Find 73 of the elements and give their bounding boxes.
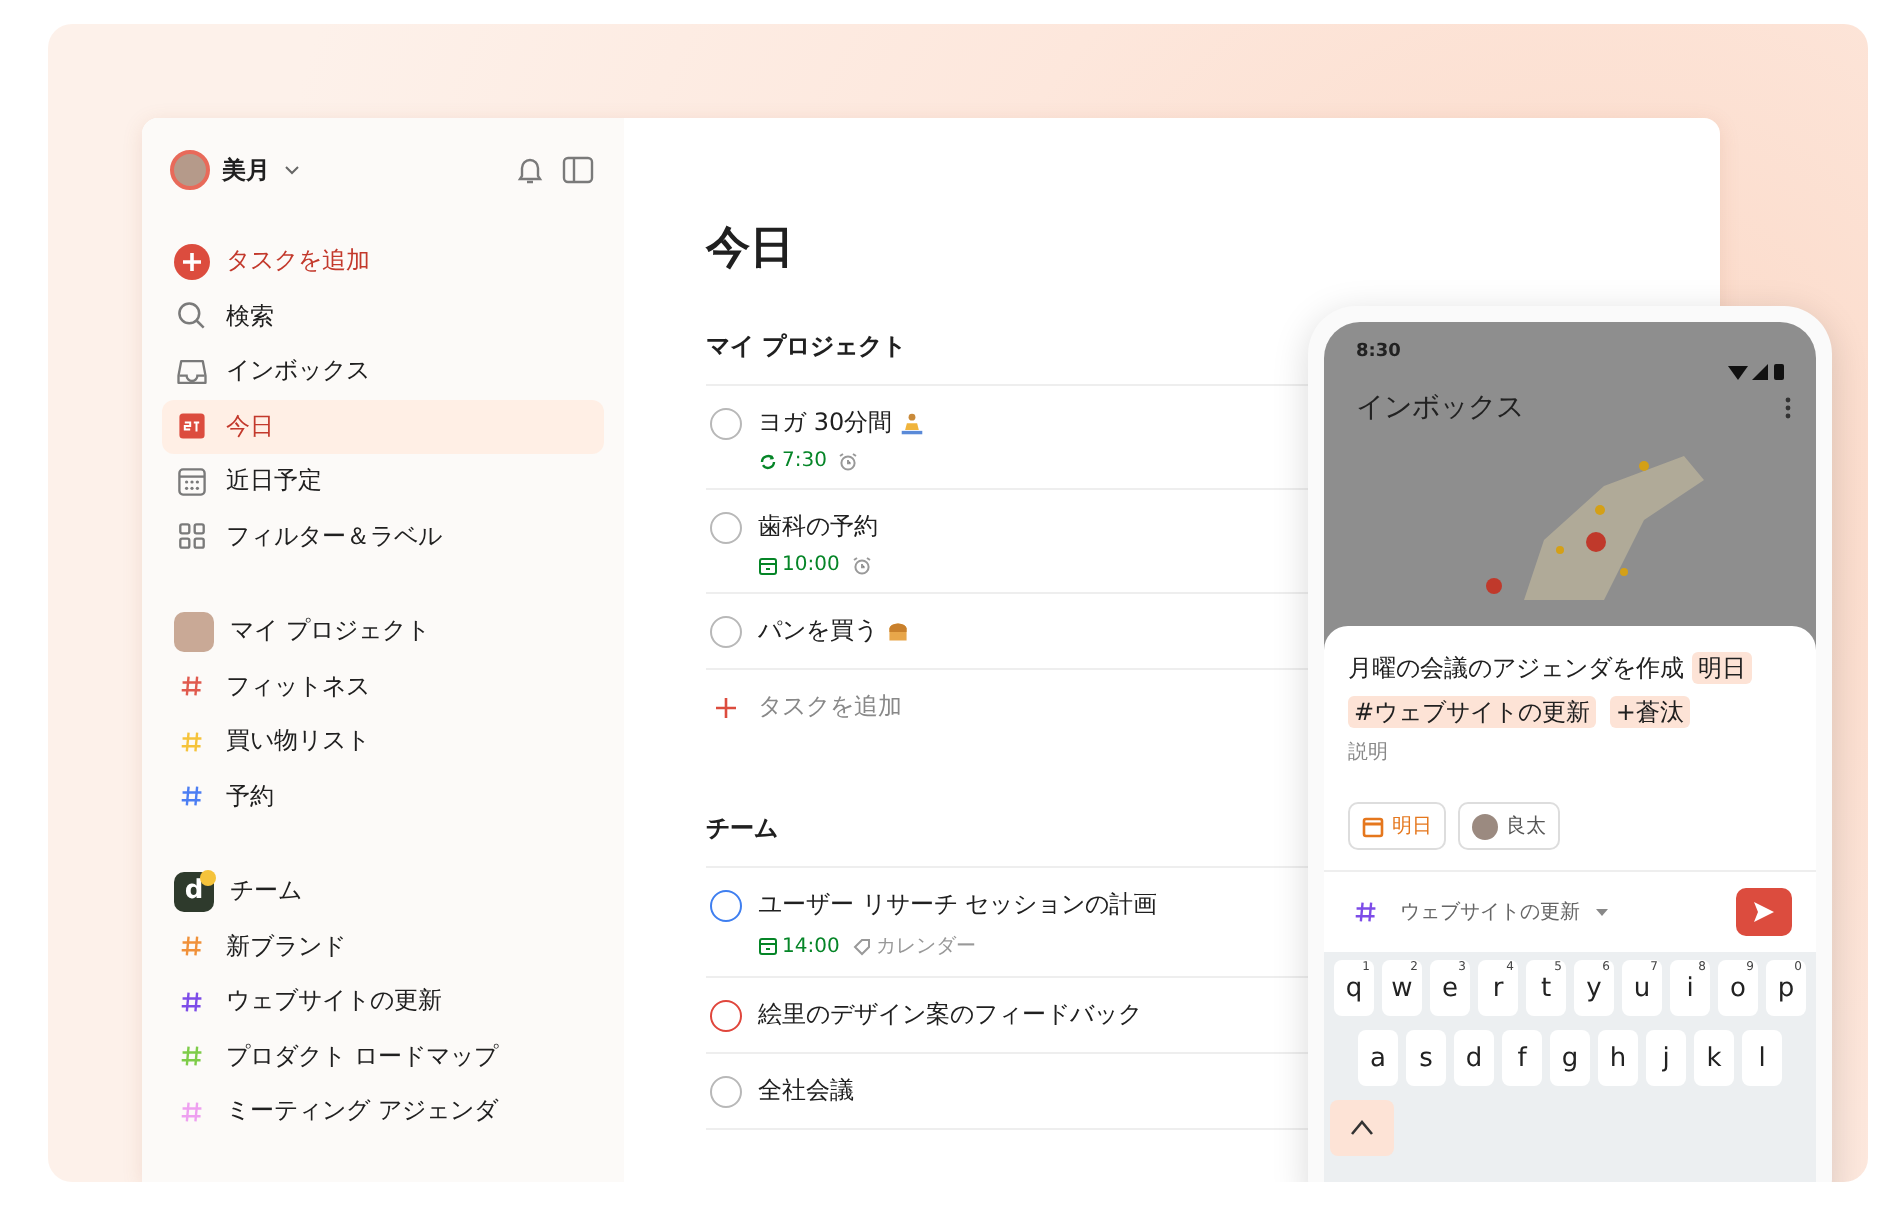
description-field[interactable]: 説明 bbox=[1348, 738, 1792, 766]
sidebar-item[interactable]: 近日予定 bbox=[162, 454, 604, 509]
status-icons bbox=[1728, 362, 1788, 382]
task-title[interactable]: 歯科の予約 bbox=[758, 510, 878, 544]
sidebar-toggle-icon[interactable] bbox=[560, 152, 596, 188]
task-checkbox[interactable] bbox=[710, 1000, 742, 1032]
task-checkbox[interactable] bbox=[710, 512, 742, 544]
dropdown-caret-icon[interactable] bbox=[1596, 906, 1608, 918]
task-title[interactable]: 全社会議 bbox=[758, 1074, 854, 1108]
due-time: 10:00 bbox=[782, 554, 840, 576]
sidebar-item[interactable]: インボックス bbox=[162, 344, 604, 399]
status-time: 8:30 bbox=[1356, 342, 1401, 366]
project-item[interactable]: 予約 bbox=[162, 769, 604, 824]
task-title[interactable]: パンを買う bbox=[758, 614, 878, 648]
bread-icon bbox=[886, 619, 910, 643]
task-title[interactable]: ユーザー リサーチ セッションの計画 bbox=[758, 888, 1158, 922]
sidebar-section-header[interactable]: マイ プロジェクト bbox=[162, 604, 604, 659]
calendar-grid-icon bbox=[174, 463, 210, 500]
task-input-field[interactable]: 月曜の会議のアジェンダを作成 明日 #ウェブサイトの更新 +蒼汰 bbox=[1348, 646, 1792, 734]
project-avatar-icon bbox=[174, 611, 214, 652]
keyboard-key[interactable]: d bbox=[1454, 1030, 1494, 1086]
project-selector[interactable]: ウェブサイトの更新 bbox=[1400, 898, 1580, 926]
chevron-down-icon[interactable] bbox=[282, 160, 302, 180]
more-options-icon[interactable] bbox=[1784, 396, 1792, 420]
calendar-icon bbox=[1362, 815, 1384, 837]
task-label: カレンダー bbox=[875, 934, 976, 960]
task-checkbox[interactable] bbox=[710, 890, 742, 922]
project-item[interactable]: ミーティング アジェンダ bbox=[162, 1084, 604, 1139]
task-title[interactable]: ヨガ 30分間 bbox=[758, 406, 893, 440]
repeat-icon bbox=[758, 451, 778, 471]
project-item[interactable]: プロダクト ロードマップ bbox=[162, 1029, 604, 1084]
meditating-person-icon bbox=[900, 411, 925, 435]
caret-up-icon bbox=[1350, 1118, 1374, 1138]
send-button[interactable] bbox=[1736, 888, 1792, 936]
tag-icon bbox=[851, 936, 872, 956]
sidebar-item[interactable]: 検索 bbox=[162, 289, 604, 344]
due-time: 7:30 bbox=[782, 450, 827, 472]
user-name[interactable]: 美月 bbox=[222, 153, 270, 187]
keyboard-key[interactable]: s bbox=[1406, 1030, 1446, 1086]
due-time: 14:00 bbox=[782, 935, 840, 957]
plus-icon bbox=[714, 695, 738, 719]
screen-title: インボックス bbox=[1356, 390, 1524, 426]
shift-key[interactable] bbox=[1330, 1100, 1394, 1156]
calendar-icon bbox=[758, 936, 778, 956]
grid-icon bbox=[174, 518, 210, 555]
keyboard-key[interactable]: h bbox=[1598, 1030, 1638, 1086]
sidebar-item[interactable]: 今日 bbox=[162, 399, 604, 454]
sidebar-section-header[interactable]: d チーム bbox=[162, 864, 604, 919]
keyboard-key[interactable]: a bbox=[1358, 1030, 1398, 1086]
send-icon bbox=[1752, 900, 1776, 924]
user-avatar[interactable] bbox=[170, 150, 210, 190]
assignee-chip[interactable]: 良太 bbox=[1458, 802, 1560, 850]
keyboard-key[interactable]: l bbox=[1742, 1030, 1782, 1086]
keyboard-key[interactable]: k bbox=[1694, 1030, 1734, 1086]
hash-icon bbox=[1354, 900, 1378, 924]
project-item[interactable]: 新ブランド bbox=[162, 919, 604, 974]
task-checkbox[interactable] bbox=[710, 408, 742, 440]
calendar-icon bbox=[758, 555, 778, 575]
keyboard-key[interactable]: g bbox=[1550, 1030, 1590, 1086]
task-checkbox[interactable] bbox=[710, 616, 742, 648]
keyboard-key[interactable]: j bbox=[1646, 1030, 1686, 1086]
task-title[interactable]: 絵里のデザイン案のフィードバック bbox=[758, 998, 1142, 1032]
calendar-today-icon bbox=[174, 408, 210, 445]
project-item[interactable]: 買い物リスト bbox=[162, 714, 604, 769]
sidebar-item[interactable]: フィルター＆ラベル bbox=[162, 509, 604, 564]
keyboard-key[interactable]: f bbox=[1502, 1030, 1542, 1086]
add-icon bbox=[174, 243, 210, 280]
sidebar-item[interactable]: タスクを追加 bbox=[162, 234, 604, 289]
task-checkbox[interactable] bbox=[710, 1076, 742, 1108]
project-item[interactable]: フィットネス bbox=[162, 659, 604, 714]
team-logo-icon: d bbox=[174, 871, 214, 912]
project-item[interactable]: ウェブサイトの更新 bbox=[162, 974, 604, 1029]
page-title: 今日 bbox=[706, 222, 796, 278]
